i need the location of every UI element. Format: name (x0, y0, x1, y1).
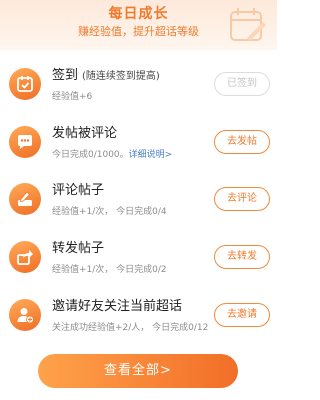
go-post-button[interactable]: 去发帖 (214, 130, 270, 154)
comment-bubble-icon (9, 126, 41, 158)
add-user-icon (9, 299, 41, 331)
calendar-decoration-icon (230, 8, 266, 41)
daily-growth-header: 每日成长 赚经验值，提升超话等级 (0, 0, 277, 50)
task-description: 今日完成0/1000。详细说明> (52, 147, 172, 160)
task-description: 关注成功经验值+2/人， 今日完成0/12 (52, 323, 209, 333)
task-description: 经验值+1/次， 今日完成0/4 (52, 207, 167, 217)
task-invite-friends: 邀请好友关注当前超话 关注成功经验值+2/人， 今日完成0/12 去邀请 (0, 289, 277, 347)
task-title: 发帖被评论 (52, 126, 118, 141)
checked-in-button: 已签到 (214, 72, 270, 96)
task-title: 邀请好友关注当前超话 (52, 299, 183, 314)
task-title: 转发帖子 (52, 241, 105, 256)
task-post-commented: 发帖被评论 今日完成0/1000。详细说明> 去发帖 (0, 116, 277, 174)
go-invite-button[interactable]: 去邀请 (214, 303, 270, 327)
go-repost-button[interactable]: 去转发 (214, 245, 270, 269)
task-title: 评论帖子 (52, 183, 105, 198)
task-checkin: 签到 (随连续签到提高) 经验值+6 已签到 (0, 58, 277, 116)
calendar-check-icon (9, 68, 41, 100)
details-link[interactable]: 详细说明> (129, 150, 173, 160)
task-title-text: 签到 (52, 68, 79, 83)
task-comment-posts: 评论帖子 经验值+1/次， 今日完成0/4 去评论 (0, 173, 277, 231)
view-all-button[interactable]: 查看全部> (38, 354, 238, 388)
task-repost: 转发帖子 经验值+1/次， 今日完成0/2 去转发 (0, 231, 277, 289)
share-arrow-icon (9, 241, 41, 273)
task-description: 经验值+6 (52, 92, 93, 102)
task-progress-text: 今日完成0/1000。 (52, 150, 129, 160)
go-comment-button[interactable]: 去评论 (214, 187, 270, 211)
task-title: 签到 (随连续签到提高) (52, 64, 160, 83)
task-description: 经验值+1/次， 今日完成0/2 (52, 265, 167, 275)
task-note: (随连续签到提高) (82, 71, 160, 82)
pen-icon (9, 183, 41, 215)
